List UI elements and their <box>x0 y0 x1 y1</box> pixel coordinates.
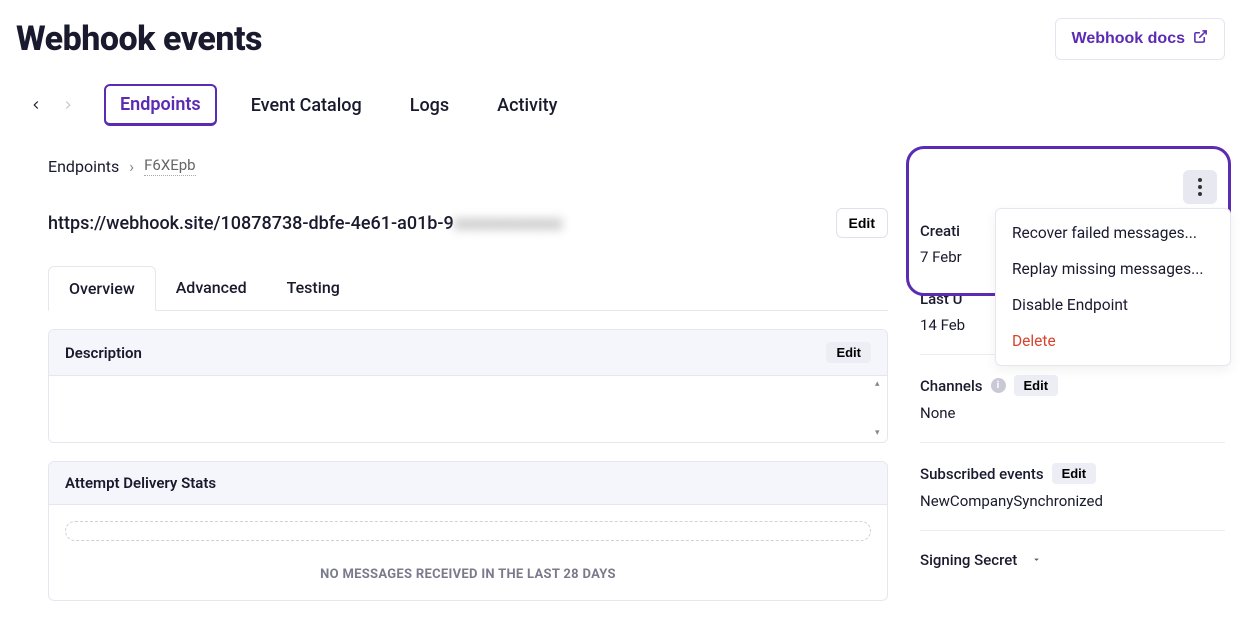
info-icon[interactable]: i <box>991 378 1006 393</box>
scrollbar-indicator[interactable]: ▴▾ <box>875 380 885 438</box>
menu-replay-missing[interactable]: Replay missing messages... <box>996 251 1230 287</box>
nav-back-button[interactable] <box>28 97 44 113</box>
channels-label: Channels <box>920 377 983 395</box>
signing-secret-toggle[interactable]: Signing Secret <box>920 551 1225 569</box>
breadcrumb: Endpoints › F6XEpb <box>48 156 888 176</box>
chevron-down-icon <box>1031 551 1042 569</box>
menu-recover-failed[interactable]: Recover failed messages... <box>996 215 1230 251</box>
menu-delete[interactable]: Delete <box>996 323 1230 359</box>
breadcrumb-separator: › <box>129 157 134 176</box>
menu-disable-endpoint[interactable]: Disable Endpoint <box>996 287 1230 323</box>
kebab-icon <box>1198 178 1202 196</box>
tab-event-catalog[interactable]: Event Catalog <box>237 87 376 124</box>
webhook-docs-button[interactable]: Webhook docs <box>1055 18 1226 60</box>
subtab-advanced[interactable]: Advanced <box>156 266 267 310</box>
docs-button-label: Webhook docs <box>1072 30 1186 48</box>
subscribed-events-label: Subscribed events <box>920 465 1044 483</box>
stats-body: NO MESSAGES RECEIVED IN THE LAST 28 DAYS <box>49 521 887 600</box>
description-body: ▴▾ <box>49 376 887 442</box>
subtab-testing[interactable]: Testing <box>267 266 360 310</box>
endpoint-actions-menu-button[interactable] <box>1183 170 1217 204</box>
primary-tabs: Endpoints Event Catalog Logs Activity <box>104 84 571 126</box>
stats-card: Attempt Delivery Stats NO MESSAGES RECEI… <box>48 461 888 601</box>
edit-description-button[interactable]: Edit <box>826 342 871 363</box>
tab-endpoints[interactable]: Endpoints <box>104 84 217 126</box>
breadcrumb-root[interactable]: Endpoints <box>48 157 119 176</box>
divider <box>920 442 1225 443</box>
edit-url-button[interactable]: Edit <box>836 208 888 238</box>
description-card: Description Edit ▴▾ <box>48 329 888 443</box>
page-title: Webhook events <box>16 19 262 59</box>
external-link-icon <box>1193 29 1208 49</box>
divider <box>920 530 1225 531</box>
subscribed-events-value: NewCompanySynchronized <box>920 492 1225 510</box>
endpoint-url-hidden: xxxxxxxxxxxx <box>454 213 563 234</box>
tab-logs[interactable]: Logs <box>396 87 463 124</box>
stats-title: Attempt Delivery Stats <box>65 474 216 492</box>
signing-secret-label: Signing Secret <box>920 551 1017 569</box>
breadcrumb-id: F6XEpb <box>144 156 196 176</box>
edit-channels-button[interactable]: Edit <box>1014 375 1059 396</box>
endpoint-url-visible: https://webhook.site/10878738-dbfe-4e61-… <box>48 213 454 234</box>
endpoint-actions-dropdown: Recover failed messages... Replay missin… <box>995 208 1231 366</box>
edit-subscribed-button[interactable]: Edit <box>1052 463 1097 484</box>
subtabs: Overview Advanced Testing <box>48 266 888 311</box>
channels-value: None <box>920 404 1225 422</box>
nav-forward-button[interactable] <box>60 97 76 113</box>
stats-empty-bar <box>65 521 871 541</box>
stats-empty-message: NO MESSAGES RECEIVED IN THE LAST 28 DAYS <box>49 557 887 600</box>
description-title: Description <box>65 344 142 362</box>
endpoint-url: https://webhook.site/10878738-dbfe-4e61-… <box>48 213 562 234</box>
tab-activity[interactable]: Activity <box>483 87 571 124</box>
subtab-overview[interactable]: Overview <box>48 266 156 311</box>
